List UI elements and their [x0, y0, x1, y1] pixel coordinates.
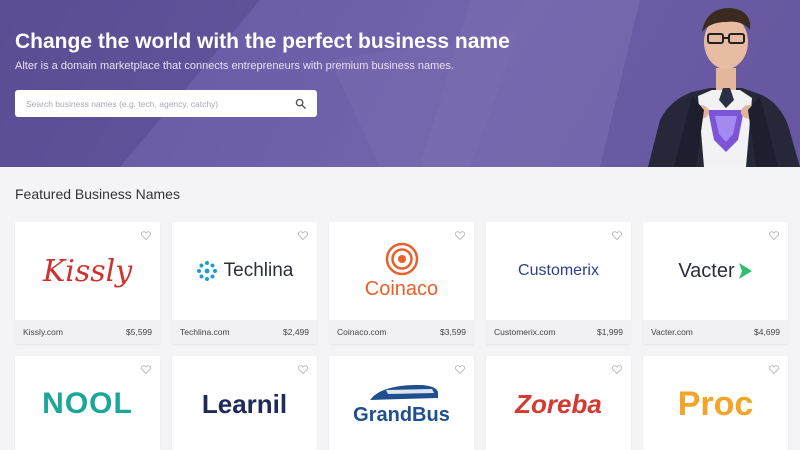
hero-banner: Change the world with the perfect busine… — [0, 0, 800, 167]
business-name-card[interactable]: Zoreba — [486, 356, 631, 450]
logo-text: Learnil — [201, 388, 288, 419]
card-logo: Kissly — [15, 222, 160, 320]
domain-name[interactable]: Vacter.com — [651, 327, 693, 337]
price: $3,599 — [440, 327, 466, 337]
search-input[interactable] — [15, 90, 285, 117]
logo-text: GrandBus — [353, 403, 450, 426]
card-logo: Coinaco — [329, 222, 474, 320]
card-logo: Vacter — [643, 222, 788, 320]
arrow-right-icon — [738, 263, 752, 279]
card-logo: Learnil — [172, 356, 317, 450]
business-name-card[interactable]: Coinaco Coinaco.com $3,599 — [329, 222, 474, 344]
card-footer: Techlina.com $2,499 — [172, 320, 317, 344]
price: $2,499 — [283, 327, 309, 337]
price: $1,999 — [597, 327, 623, 337]
business-name-card[interactable]: Techlina Techlina.com $2,499 — [172, 222, 317, 344]
business-name-card[interactable]: NOOL — [15, 356, 160, 450]
business-name-card[interactable]: GrandBus — [329, 356, 474, 450]
card-logo: Techlina — [172, 222, 317, 320]
card-logo: Proc — [643, 356, 788, 450]
card-logo: Customerix — [486, 222, 631, 320]
logo-text: Zoreba — [515, 388, 602, 419]
card-footer: Customerix.com $1,999 — [486, 320, 631, 344]
logo-text: Vacter — [678, 259, 735, 282]
hero-person-illustration — [648, 8, 800, 167]
business-name-card[interactable]: Customerix Customerix.com $1,999 — [486, 222, 631, 344]
price: $4,699 — [754, 327, 780, 337]
logo-text: Customerix — [518, 262, 599, 279]
logo-text: Kissly — [42, 253, 133, 289]
domain-name[interactable]: Techlina.com — [180, 327, 230, 337]
price: $5,599 — [126, 327, 152, 337]
domain-name[interactable]: Coinaco.com — [337, 327, 387, 337]
card-logo: NOOL — [15, 356, 160, 450]
business-name-card[interactable]: Learnil — [172, 356, 317, 450]
coin-logo-icon — [385, 242, 418, 275]
card-footer: Vacter.com $4,699 — [643, 320, 788, 344]
section-title-featured: Featured Business Names — [15, 186, 180, 202]
domain-name[interactable]: Kissly.com — [23, 327, 63, 337]
search-icon[interactable] — [295, 98, 306, 109]
logo-text: Techlina — [223, 260, 294, 281]
hero-subtitle: Alter is a domain marketplace that conne… — [15, 60, 454, 72]
techlina-logo-mark-icon — [196, 261, 217, 281]
logo-text: Proc — [677, 384, 754, 423]
bus-logo-icon — [369, 384, 438, 400]
logo-text: Coinaco — [364, 277, 439, 300]
business-name-card[interactable]: Proc — [643, 356, 788, 450]
business-name-card[interactable]: Kissly Kissly.com $5,599 — [15, 222, 160, 344]
hero-title: Change the world with the perfect busine… — [15, 30, 510, 53]
domain-name[interactable]: Customerix.com — [494, 327, 555, 337]
search-bar[interactable] — [15, 90, 317, 117]
card-footer: Kissly.com $5,599 — [15, 320, 160, 344]
card-logo: Zoreba — [486, 356, 631, 450]
card-logo: GrandBus — [329, 356, 474, 450]
logo-text: NOOL — [42, 387, 133, 420]
card-footer: Coinaco.com $3,599 — [329, 320, 474, 344]
business-name-card[interactable]: Vacter Vacter.com $4,699 — [643, 222, 788, 344]
